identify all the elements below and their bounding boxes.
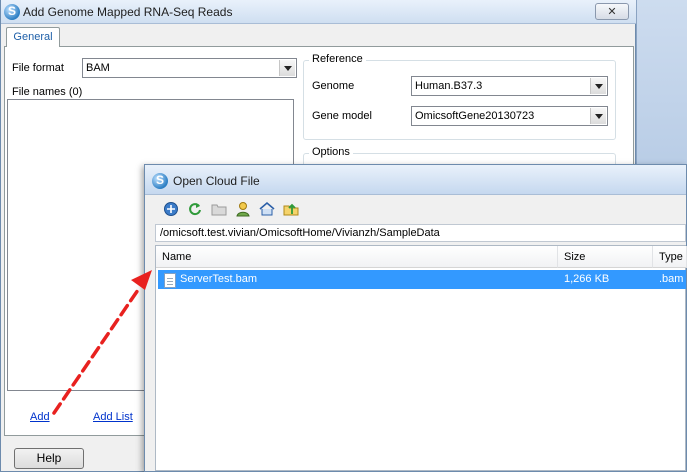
reference-group-title: Reference [309,53,366,65]
file-format-select[interactable]: BAM [82,58,297,78]
column-header-size[interactable]: Size [558,246,653,268]
open-cloud-file-dialog: Open Cloud File /omicsoft.test.vivian/Om… [144,164,687,472]
file-size: 1,266 KB [564,273,610,285]
file-names-label: File names (0) [12,86,83,98]
file-icon [164,273,176,288]
cloud-window-title: Open Cloud File [173,174,260,188]
up-folder-icon[interactable] [282,201,300,217]
user-folder-icon[interactable] [234,201,252,217]
file-name: ServerTest.bam [180,273,258,285]
chevron-down-icon [590,78,606,94]
gene-model-label: Gene model [312,110,372,122]
background-window-strip [636,0,687,165]
gene-model-select[interactable]: OmicsoftGene20130723 [411,106,608,126]
options-group-title: Options [309,146,353,158]
reference-group [303,60,616,140]
omicsoft-logo-icon [4,4,20,20]
new-folder-icon[interactable] [210,201,228,217]
tab-general[interactable]: General [6,27,60,47]
chevron-down-icon [590,108,606,124]
cloud-path-field[interactable]: /omicsoft.test.vivian/OmicsoftHome/Vivia… [155,224,686,242]
cloud-title-bar: Open Cloud File [145,165,686,195]
genome-value: Human.B37.3 [415,80,483,92]
omicsoft-logo-icon [152,173,168,189]
refresh-icon[interactable] [186,201,204,217]
window-title: Add Genome Mapped RNA-Seq Reads [23,5,233,19]
title-bar: Add Genome Mapped RNA-Seq Reads ✕ [1,0,637,24]
genome-select[interactable]: Human.B37.3 [411,76,608,96]
file-format-value: BAM [86,62,110,74]
file-format-label: File format [12,62,64,74]
file-type: .bam [659,273,684,285]
connect-icon[interactable] [162,201,180,217]
cloud-toolbar [145,196,686,222]
close-button[interactable]: ✕ [595,3,629,20]
gene-model-value: OmicsoftGene20130723 [415,110,535,122]
add-link[interactable]: Add [30,411,50,423]
add-list-link[interactable]: Add List [93,411,133,423]
help-button[interactable]: Help [14,448,84,469]
home-icon[interactable] [258,201,276,217]
column-header-type[interactable]: Type [653,246,687,268]
chevron-down-icon [279,60,295,76]
genome-label: Genome [312,80,355,92]
table-row[interactable]: ServerTest.bam 1,266 KB .bam [158,270,686,289]
column-header-name[interactable]: Name [156,246,558,268]
cloud-file-list[interactable]: Name Size Type ServerTest.bam 1,266 KB .… [155,245,687,471]
